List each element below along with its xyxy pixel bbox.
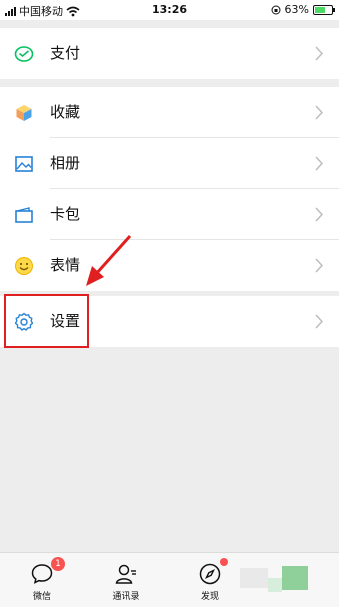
menu-item-label: 相册	[50, 154, 81, 172]
chevron-right-icon	[315, 156, 323, 171]
obscured-region	[240, 568, 268, 588]
chevron-right-icon	[315, 258, 323, 273]
menu-item-card-wallet[interactable]: 卡包	[0, 189, 339, 240]
chevron-right-icon	[315, 105, 323, 120]
battery-percent: 63%	[284, 3, 309, 16]
settings-gear-icon	[14, 312, 34, 331]
chevron-right-icon	[315, 314, 323, 329]
unread-badge: 1	[51, 557, 65, 571]
favorites-cube-icon	[16, 105, 32, 121]
obscured-region	[282, 566, 308, 590]
menu-item-label: 支付	[50, 44, 81, 62]
obscured-region	[268, 578, 282, 592]
smiley-icon	[15, 257, 33, 275]
battery-icon	[313, 4, 335, 15]
tab-label: 发现	[200, 592, 219, 602]
menu-group-pay: 支付	[0, 28, 339, 79]
card-wallet-icon	[15, 207, 33, 223]
contacts-icon	[115, 564, 136, 584]
tab-label: 通讯录	[112, 592, 140, 602]
wallet-icon	[14, 46, 34, 62]
menu-item-label: 设置	[50, 312, 81, 330]
menu-item-label: 表情	[50, 256, 81, 274]
compass-icon	[199, 563, 221, 585]
orientation-lock-icon	[271, 5, 281, 14]
menu-item-stickers[interactable]: 表情	[0, 240, 339, 291]
chevron-right-icon	[315, 46, 323, 61]
menu-item-pay[interactable]: 支付	[0, 28, 339, 79]
menu-item-label: 收藏	[50, 103, 81, 121]
tab-label: 微信	[32, 592, 51, 602]
menu-item-album[interactable]: 相册	[0, 138, 339, 189]
album-icon	[15, 156, 33, 172]
menu-group-settings: 设置	[0, 296, 339, 347]
menu-group-main: 收藏 相册 卡包 表情	[0, 87, 339, 291]
menu-item-label: 卡包	[50, 205, 81, 223]
chevron-right-icon	[315, 207, 323, 222]
tab-chats[interactable]: 1 微信	[0, 553, 84, 607]
menu-item-favorites[interactable]: 收藏	[0, 87, 339, 138]
tab-contacts[interactable]: 通讯录	[84, 553, 168, 607]
menu-item-settings[interactable]: 设置	[0, 296, 339, 347]
status-bar: 中国移动 13:26 63%	[0, 0, 339, 20]
new-content-dot	[220, 558, 228, 566]
battery-group: 63%	[271, 3, 335, 16]
